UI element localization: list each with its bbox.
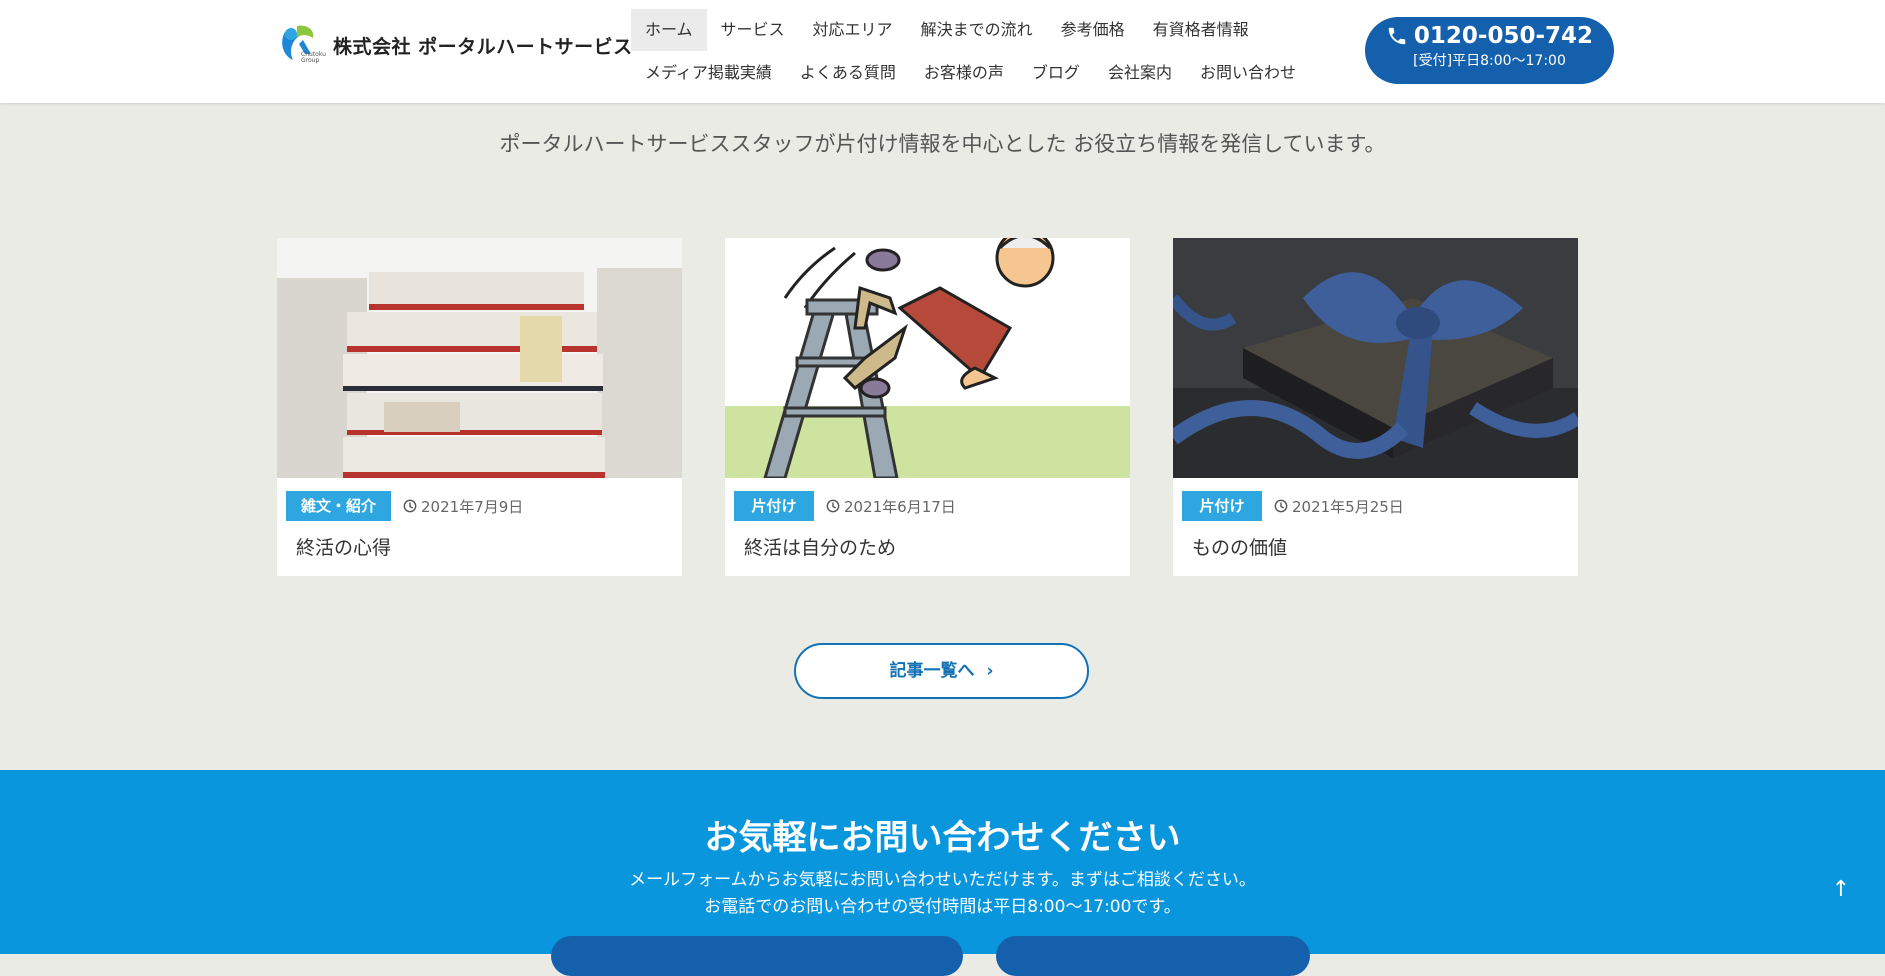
logo-mark-icon: Chutoku Group [277,22,326,68]
post-date: 2021年7月9日 [421,497,524,516]
nav-item[interactable]: 解決までの流れ [907,9,1047,51]
arrow-up-icon: ↑ [1831,877,1851,902]
post-thumbnail-gift[interactable] [1173,238,1578,478]
contact-description: メールフォームからお気軽にお問い合わせいただけます。まずはご相談ください。 お電… [0,867,1885,921]
post-category-badge[interactable]: 雑文・紹介 [286,491,392,521]
contact-title: お気軽にお問い合わせください [704,818,1181,858]
nav-row-primary: ホーム サービス 対応エリア 解決までの流れ 参考価格 有資格者情報 [631,8,1301,51]
post-category-badge[interactable]: 片付け [1182,491,1262,521]
nav-item[interactable]: お客様の声 [910,52,1018,94]
site-header: Chutoku Group 株式会社 ポータルハートサービス ホーム サービス 対応… [0,0,1885,103]
post-title[interactable]: 終活の心得 [296,533,391,560]
view-all-posts-label: 記事一覧へ [889,661,975,681]
nav-item[interactable]: メディア掲載実績 [631,52,786,94]
contact-sub-line-1: メールフォームからお気軽にお問い合わせいただけます。まずはご相談ください。 [629,870,1256,890]
phone-hours: [受付]平日8:00～17:00 [1413,53,1566,69]
post-title[interactable]: ものの価値 [1192,533,1287,560]
nav-item[interactable]: サービス [707,9,799,51]
contact-sub-line-2: お電話でのお問い合わせの受付時間は平日8:00～17:00です。 [704,897,1181,917]
chevron-right-icon: › [986,661,994,681]
global-nav: ホーム サービス 対応エリア 解決までの流れ 参考価格 有資格者情報 メディア掲載実績 よく… [631,8,1301,94]
logo-group-label: Chutoku Group [301,51,326,64]
phone-icon [1388,27,1406,45]
blog-card[interactable]: 片付け 2021年5月25日 ものの価値 [1173,238,1578,576]
nav-item[interactable]: ホーム [631,8,707,51]
view-all-posts-button[interactable]: 記事一覧へ › [794,643,1089,699]
post-category-badge[interactable]: 片付け [734,491,814,521]
clock-icon [826,499,840,513]
blog-card[interactable]: 片付け 2021年6月17日 終活は自分のため [725,238,1130,576]
nav-item[interactable]: ブログ [1018,52,1094,94]
blog-card[interactable]: 雑文・紹介 2021年7月9日 終活の心得 [277,238,682,576]
back-to-top-button[interactable]: ↑ [1824,873,1858,907]
phone-number: 0120-050-742 [1413,23,1594,49]
nav-item[interactable]: お問い合わせ [1186,52,1310,94]
clock-icon [403,499,417,513]
nav-row-secondary: メディア掲載実績 よくある質問 お客様の声 ブログ 会社案内 お問い合わせ [631,51,1301,94]
post-date: 2021年6月17日 [844,497,956,516]
nav-item[interactable]: 対応エリア [799,9,907,51]
contact-form-button[interactable] [551,936,963,976]
post-date: 2021年5月25日 [1292,497,1404,516]
clock-icon [1274,499,1288,513]
nav-item[interactable]: 会社案内 [1094,52,1186,94]
nav-item[interactable]: 有資格者情報 [1139,9,1263,51]
post-title[interactable]: 終活は自分のため [744,533,896,560]
phone-call-button[interactable]: 0120-050-742 [受付]平日8:00～17:00 [1365,17,1614,84]
site-logo[interactable]: Chutoku Group 株式会社 ポータルハートサービス [277,22,633,68]
post-thumbnail-books[interactable] [277,238,682,478]
contact-phone-button[interactable] [996,936,1310,976]
nav-item[interactable]: よくある質問 [786,52,910,94]
contact-section: お気軽にお問い合わせください メールフォームからお気軽にお問い合わせいただけます… [0,770,1885,976]
nav-item[interactable]: 参考価格 [1047,9,1139,51]
logo-company-name: 株式会社 ポータルハートサービス [333,35,633,58]
post-thumbnail-ladder[interactable] [725,238,1130,478]
blog-lead-text: ポータルハートサービススタッフが片付け情報を中心とした お役立ち情報を発信してい… [499,132,1386,156]
